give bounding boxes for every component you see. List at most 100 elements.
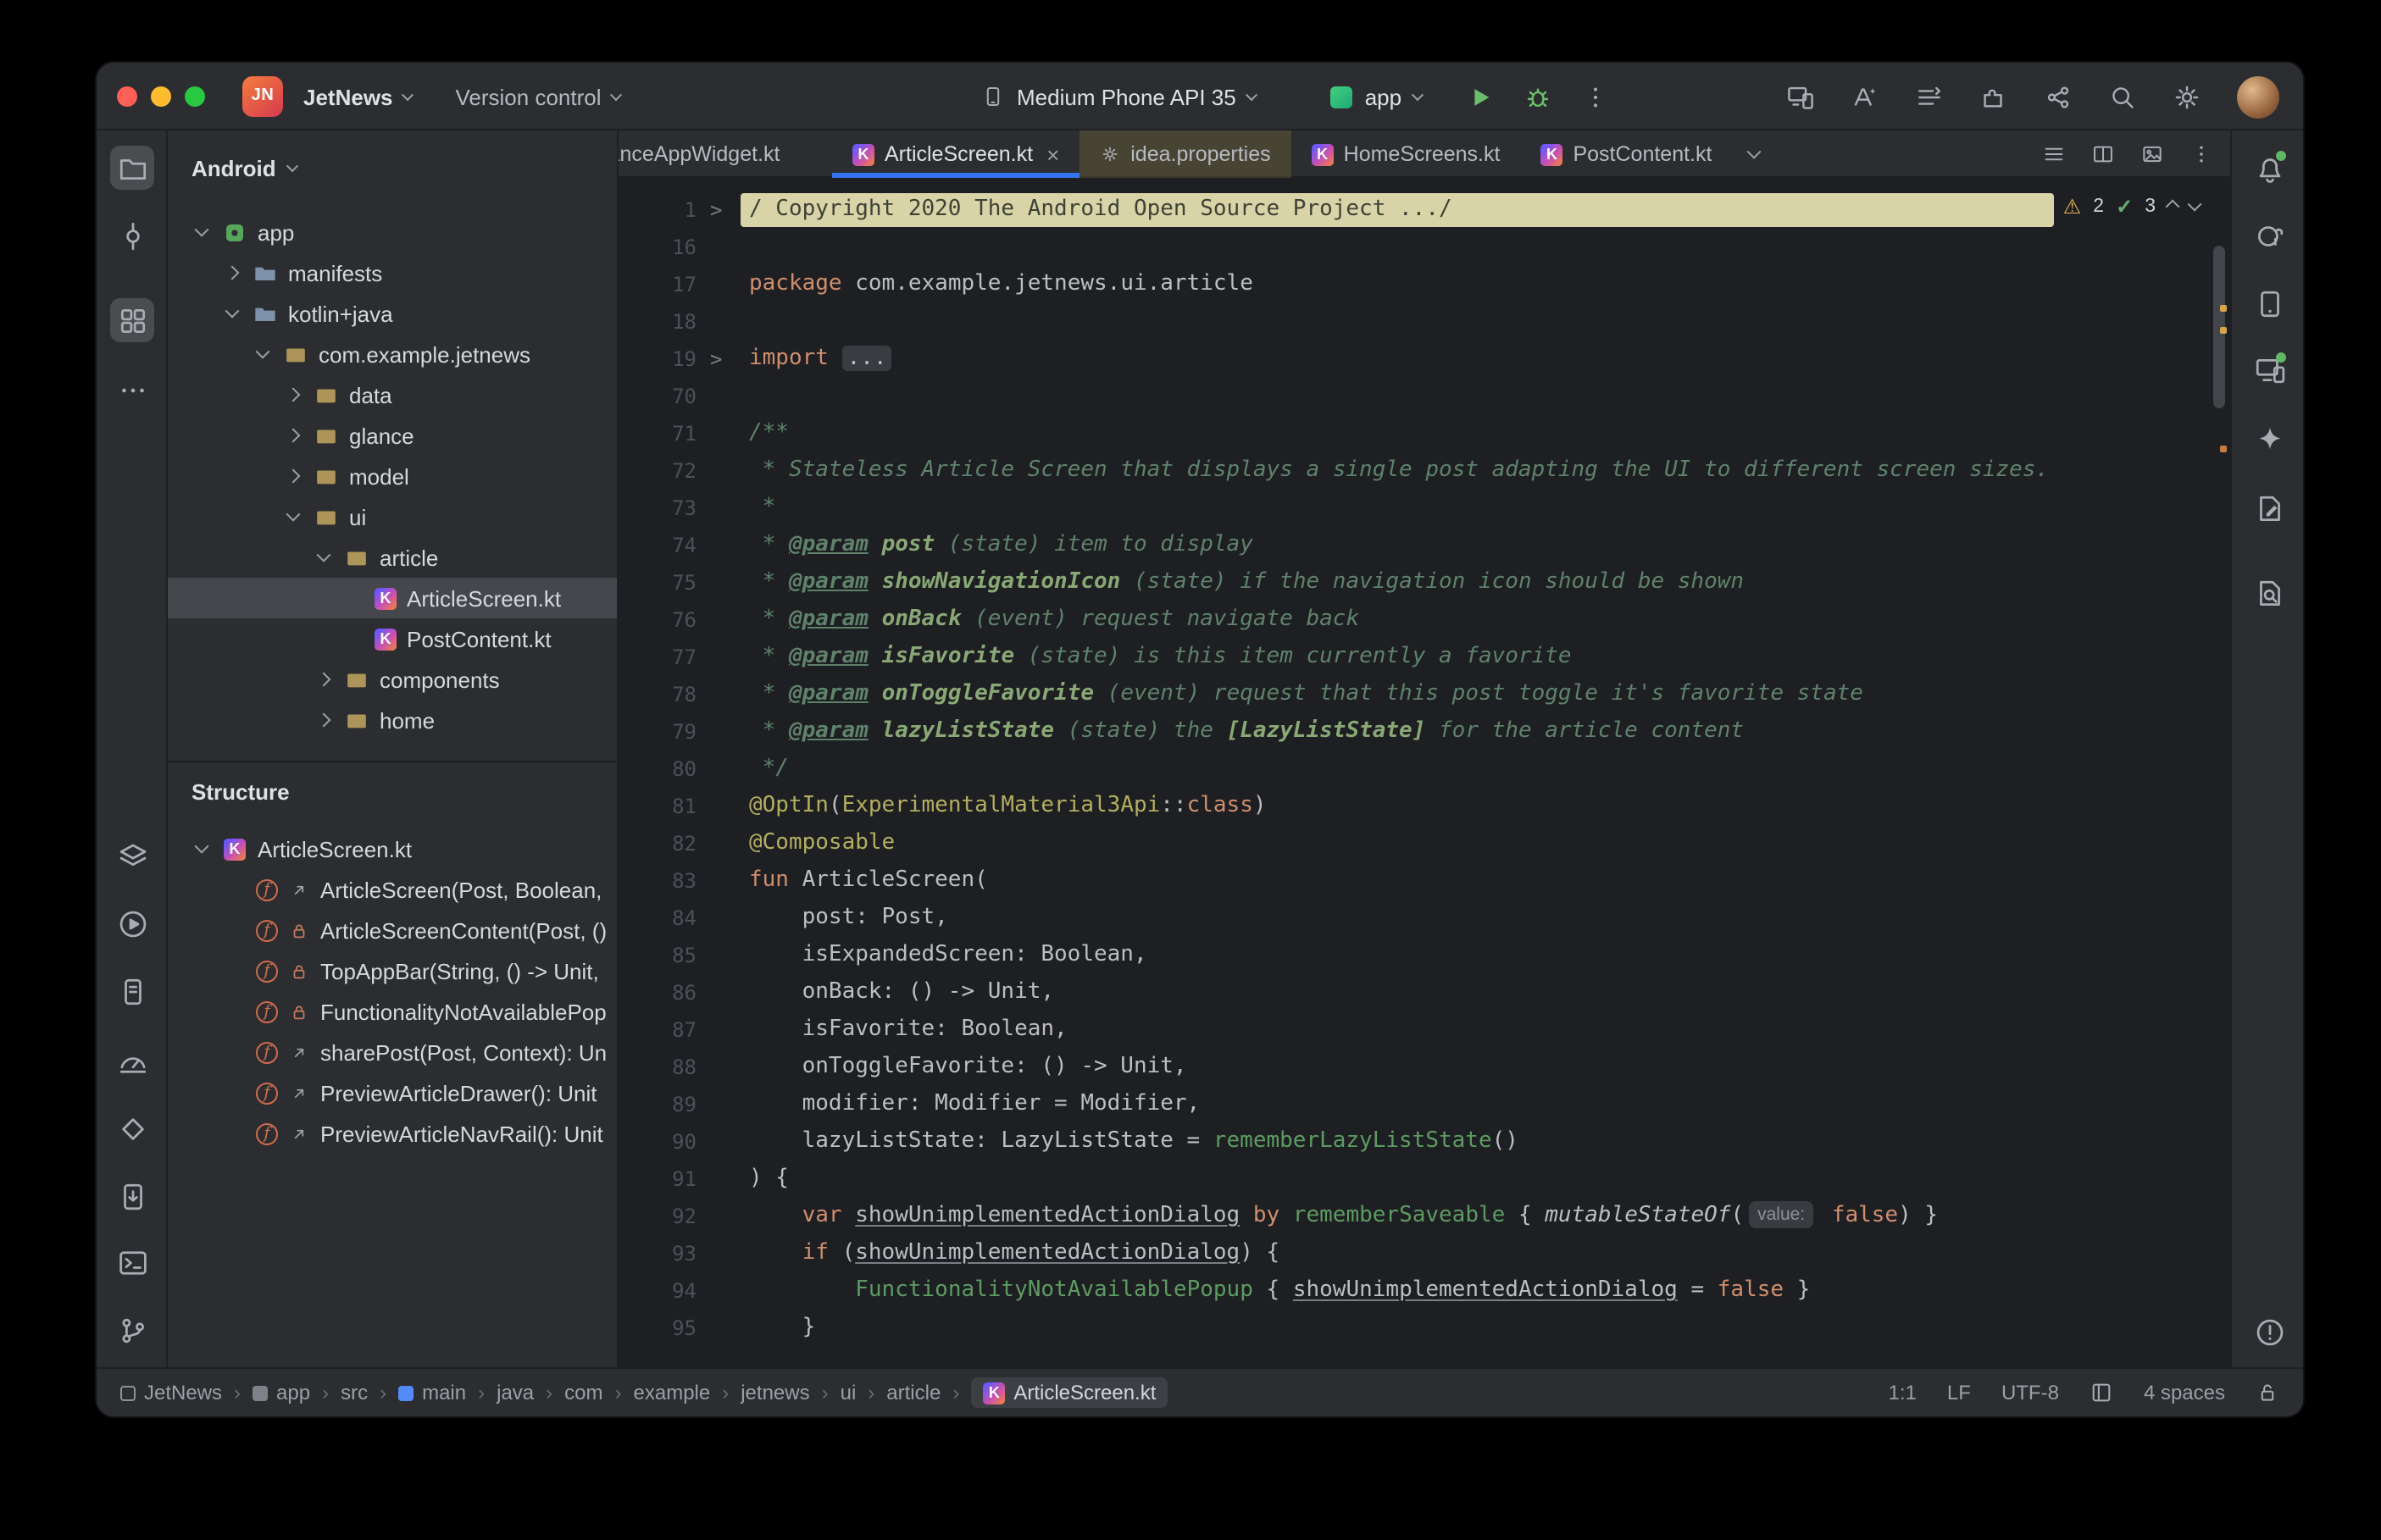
tree-item-glance[interactable]: glance — [168, 415, 617, 456]
tool-button-notifications[interactable] — [2247, 146, 2291, 190]
tool-button-run-tool[interactable] — [110, 901, 154, 945]
caret-position[interactable]: 1:1 — [1889, 1381, 1917, 1404]
inspection-widget[interactable]: ⚠ 2 ✓ 3 — [2063, 191, 2202, 222]
chevron-down-icon[interactable] — [191, 839, 212, 854]
previous-issue-icon[interactable] — [2165, 199, 2180, 214]
breadcrumb-item-article[interactable]: article — [886, 1381, 941, 1404]
write-access-lock-icon[interactable] — [2256, 1381, 2279, 1404]
tool-button-running-devices[interactable] — [2247, 347, 2291, 391]
breadcrumb-item-jetnews[interactable]: JetNews — [120, 1381, 222, 1404]
ai-assistant-icon[interactable] — [1851, 82, 1879, 111]
tool-button-device-explorer[interactable] — [110, 1174, 154, 1218]
chevron-right-icon[interactable] — [283, 468, 303, 484]
structure-item-articlescreen[interactable]: f ArticleScreen(Post, Boolean, — [168, 869, 610, 910]
structure-item-articlescreencontent[interactable]: f ArticleScreenContent(Post, () — [168, 910, 610, 950]
tab-overflow-chevron-icon[interactable] — [1732, 130, 1776, 176]
editor-more-options-icon[interactable] — [2190, 142, 2213, 166]
tool-button-logcat[interactable] — [110, 969, 154, 1013]
tool-button-gemini[interactable] — [2247, 417, 2291, 461]
breadcrumb-item-ui[interactable]: ui — [841, 1381, 857, 1404]
chevron-right-icon[interactable] — [283, 387, 303, 402]
zoom-window-button[interactable] — [185, 86, 205, 107]
breadcrumb-item-main[interactable]: main — [398, 1381, 466, 1404]
editor-tab-postcontent-kt[interactable]: K PostContent.kt — [1520, 130, 1732, 178]
chevron-down-icon[interactable] — [191, 222, 212, 237]
chevron-right-icon[interactable] — [283, 428, 303, 443]
vcs-menu[interactable]: Version control — [456, 84, 622, 109]
chevron-down-icon[interactable] — [314, 547, 334, 562]
tool-button-layout-edit[interactable] — [2247, 486, 2291, 530]
user-avatar[interactable] — [2237, 75, 2279, 118]
tool-button-build-variants[interactable] — [110, 834, 154, 878]
preview-image-icon[interactable] — [2140, 142, 2164, 166]
tree-item-manifests[interactable]: manifests — [168, 252, 617, 293]
tree-item-model[interactable]: model — [168, 456, 617, 496]
tool-button-profiler[interactable] — [110, 1106, 154, 1150]
chevron-right-icon[interactable] — [222, 265, 242, 280]
tool-button-gradle[interactable] — [2247, 213, 2291, 258]
chevron-down-icon[interactable] — [253, 344, 273, 359]
device-mirror-icon[interactable] — [1786, 82, 1815, 111]
project-menu[interactable]: JetNews — [303, 84, 413, 109]
device-selector[interactable]: Medium Phone API 35 — [981, 84, 1258, 109]
structure-root-articlescreen-kt[interactable]: K ArticleScreen.kt — [168, 828, 610, 869]
inline-actions-icon[interactable] — [1915, 82, 1944, 111]
tool-button-terminal[interactable] — [110, 1240, 154, 1284]
settings-gear-icon[interactable] — [2173, 82, 2201, 111]
fold-marker-icon[interactable]: > — [710, 191, 722, 229]
more-run-actions-icon[interactable] — [1581, 82, 1610, 111]
tool-button-commit[interactable] — [110, 213, 154, 258]
chevron-down-icon[interactable] — [222, 303, 242, 319]
chevron-right-icon[interactable] — [314, 712, 334, 728]
line-separator[interactable]: LF — [1947, 1381, 1971, 1404]
chevron-right-icon[interactable] — [314, 672, 334, 687]
breadcrumb-item-example[interactable]: example — [634, 1381, 711, 1404]
debug-button[interactable] — [1524, 82, 1552, 111]
tree-item-ui[interactable]: ui — [168, 496, 617, 537]
search-icon[interactable] — [2108, 82, 2137, 111]
breadcrumb-item-articlescreen-kt[interactable]: K ArticleScreen.kt — [971, 1377, 1168, 1408]
tree-item-app[interactable]: app — [168, 212, 617, 252]
project-view-selector[interactable]: Android — [168, 144, 298, 191]
close-window-button[interactable] — [117, 86, 137, 107]
tree-item-kotlin-java[interactable]: kotlin+java — [168, 293, 617, 334]
tool-button-resource-grid[interactable] — [110, 298, 154, 342]
tree-item-articlescreen-kt[interactable]: K ArticleScreen.kt — [168, 578, 617, 618]
structure-item-previewarticlenavrail[interactable]: f PreviewArticleNavRail(): Unit — [168, 1113, 610, 1154]
editor-tab-idea-properties[interactable]: idea.properties — [1079, 130, 1291, 178]
chevron-down-icon[interactable] — [283, 507, 303, 522]
editor-tab-lanceappwidget-kt[interactable]: lanceAppWidget.kt — [619, 130, 832, 178]
structure-item-topappbar[interactable]: f TopAppBar(String, () -> Unit, — [168, 950, 610, 991]
next-issue-icon[interactable] — [2187, 197, 2202, 212]
tool-button-file-search[interactable] — [2247, 571, 2291, 615]
breadcrumb-item-app[interactable]: app — [253, 1381, 310, 1404]
editor-tab-articlescreen-kt[interactable]: K ArticleScreen.kt × — [832, 130, 1080, 178]
tree-item-com-example-jetnews[interactable]: com.example.jetnews — [168, 334, 617, 374]
tool-button-problems[interactable] — [2247, 1310, 2291, 1354]
editor-columns-icon[interactable] — [2090, 1381, 2113, 1404]
structure-item-previewarticledrawer[interactable]: f PreviewArticleDrawer(): Unit — [168, 1072, 610, 1113]
tree-item-postcontent-kt[interactable]: K PostContent.kt — [168, 618, 617, 659]
plugins-icon[interactable] — [1979, 82, 2008, 111]
structure-item-sharepost[interactable]: f sharePost(Post, Context): Un — [168, 1032, 610, 1072]
tool-button-project[interactable] — [110, 146, 154, 190]
tree-item-article[interactable]: article — [168, 537, 617, 578]
editor-tab-homescreens-kt[interactable]: K HomeScreens.kt — [1291, 130, 1521, 178]
minimize-window-button[interactable] — [151, 86, 171, 107]
tool-button-app-inspection[interactable] — [110, 1039, 154, 1083]
tool-button-more-tools[interactable] — [110, 368, 154, 412]
split-editor-icon[interactable] — [2091, 142, 2115, 166]
breadcrumb-item-src[interactable]: src — [341, 1381, 368, 1404]
panel-divider[interactable] — [168, 761, 617, 762]
tab-list-icon[interactable] — [2042, 142, 2066, 166]
close-tab-icon[interactable]: × — [1046, 143, 1059, 165]
breadcrumb-item-jetnews[interactable]: jetnews — [741, 1381, 809, 1404]
tree-item-home[interactable]: home — [168, 700, 617, 740]
tree-item-data[interactable]: data — [168, 374, 617, 415]
tool-button-device-manager[interactable] — [2247, 281, 2291, 325]
indent-setting[interactable]: 4 spaces — [2144, 1381, 2225, 1404]
breadcrumb-item-java[interactable]: java — [497, 1381, 534, 1404]
code-editor[interactable]: ⚠ 2 ✓ 3 1 > / Copyright 2020 The Android O… — [619, 178, 2230, 1367]
fold-marker-icon[interactable]: > — [710, 341, 722, 378]
tool-button-version-control[interactable] — [110, 1308, 154, 1352]
